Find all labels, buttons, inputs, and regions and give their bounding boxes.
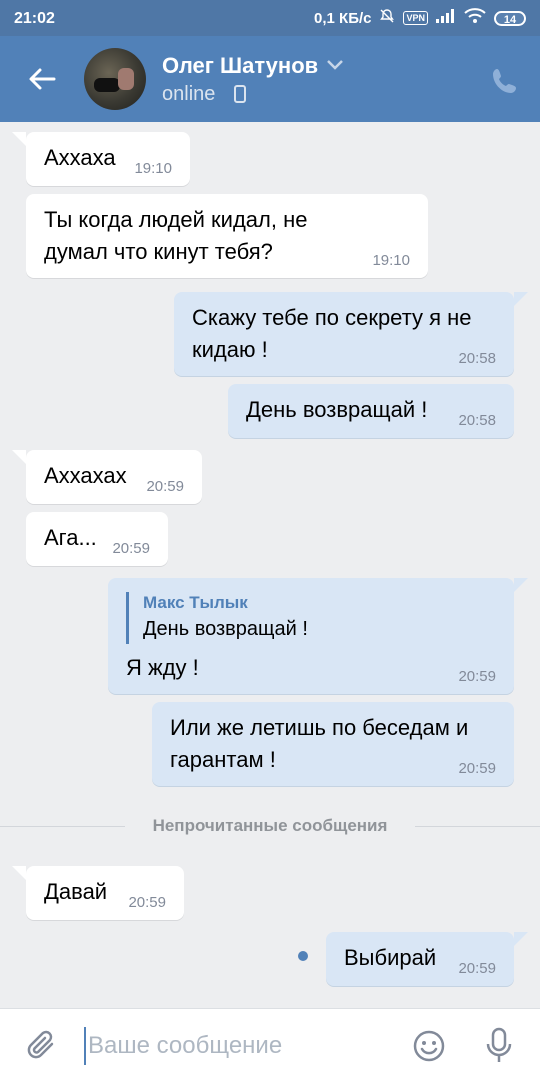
message-incoming[interactable]: Ага... 20:59 (26, 512, 168, 566)
message-time: 20:58 (458, 412, 496, 429)
unread-indicator (298, 951, 308, 961)
unread-divider-label: Непрочитанные сообщения (152, 816, 388, 835)
network-speed: 0,1 КБ/с (314, 9, 372, 27)
call-icon[interactable] (490, 66, 520, 101)
message-time: 20:59 (128, 894, 166, 911)
message-text: Аххахах (44, 463, 127, 488)
message-time: 20:58 (458, 350, 496, 367)
message-incoming[interactable]: Давай 20:59 (26, 866, 184, 920)
bubble-tail (514, 578, 528, 592)
message-composer (0, 1008, 540, 1081)
message-outgoing[interactable]: Скажу тебе по секрету я не кидаю ! 20:58 (174, 292, 514, 376)
message-outgoing-reply[interactable]: Макс Тылык День возвращай ! Я жду ! 20:5… (108, 578, 514, 694)
message-outgoing[interactable]: День возвращай ! 20:58 (228, 384, 514, 438)
microphone-icon[interactable] (484, 1027, 514, 1070)
message-time: 20:59 (458, 668, 496, 685)
message-outgoing[interactable]: Или же летишь по беседам и гарантам ! 20… (152, 702, 514, 786)
message-text: Выбирай (344, 945, 437, 970)
message-text: Или же летишь по беседам и гарантам ! (170, 715, 469, 772)
bubble-tail (12, 132, 26, 146)
vpn-icon: VPN (403, 11, 428, 25)
bubble-tail (12, 450, 26, 464)
unread-divider: Непрочитанные сообщения (0, 816, 540, 836)
message-time: 19:10 (134, 160, 172, 177)
online-status: online (162, 83, 216, 105)
quoted-message[interactable]: Макс Тылык День возвращай ! (126, 592, 308, 644)
message-text: Давай (44, 879, 108, 904)
message-incoming[interactable]: Ты когда людей кидал, не думал что кинут… (26, 194, 428, 278)
avatar-detail (118, 68, 134, 90)
wifi-icon (464, 8, 486, 28)
divider-line (415, 826, 540, 827)
divider-line (0, 826, 125, 827)
bell-off-icon (379, 8, 395, 28)
message-text: Ты когда людей кидал, не думал что кинут… (44, 207, 308, 264)
battery-icon: 14 (494, 10, 526, 26)
contact-name[interactable]: Олег Шатунов (162, 53, 318, 79)
status-icons: 0,1 КБ/с VPN 14 (314, 8, 526, 28)
message-incoming[interactable]: Аххахах 20:59 (26, 450, 202, 504)
quoted-author: Макс Тылык (143, 593, 248, 612)
message-time: 19:10 (372, 252, 410, 269)
phone-device-icon (234, 85, 246, 108)
chevron-down-icon[interactable] (326, 58, 344, 76)
message-input[interactable] (84, 1027, 390, 1065)
message-time: 20:59 (458, 760, 496, 777)
bubble-tail (514, 932, 528, 946)
signal-icon (436, 9, 456, 27)
message-text: Я жду ! (126, 655, 199, 680)
status-time: 21:02 (14, 10, 55, 27)
message-outgoing[interactable]: Выбирай 20:59 (326, 932, 514, 986)
message-text: Ага... (44, 525, 97, 550)
message-time: 20:59 (112, 540, 150, 557)
message-time: 20:59 (146, 478, 184, 495)
back-arrow-icon[interactable] (24, 61, 60, 102)
message-text: Аххаха (44, 145, 116, 170)
message-text: Скажу тебе по секрету я не кидаю ! (192, 305, 472, 362)
message-text: День возвращай ! (246, 397, 428, 422)
emoji-icon[interactable] (412, 1029, 446, 1068)
quoted-text: День возвращай ! (143, 618, 308, 640)
chat-header: Олег Шатунов online (0, 36, 540, 122)
avatar-detail (94, 78, 120, 92)
bubble-tail (12, 866, 26, 880)
message-incoming[interactable]: Аххаха 19:10 (26, 132, 190, 186)
bubble-tail (514, 292, 528, 306)
message-time: 20:59 (458, 960, 496, 977)
paperclip-icon[interactable] (26, 1029, 58, 1068)
status-bar: 21:02 0,1 КБ/с VPN 14 (0, 0, 540, 36)
avatar[interactable] (84, 48, 146, 110)
